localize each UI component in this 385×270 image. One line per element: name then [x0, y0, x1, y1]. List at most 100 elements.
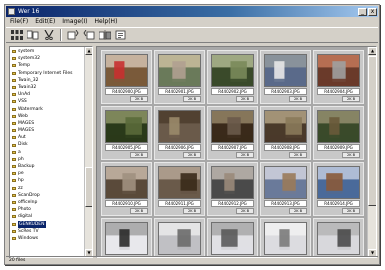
folder-item[interactable]: Twain32	[12, 84, 84, 91]
photo-frame[interactable]	[211, 166, 254, 199]
folder-item[interactable]: ScRes TV	[12, 228, 84, 235]
folder-item[interactable]: Backup	[12, 163, 84, 170]
folder-item[interactable]: ph	[12, 156, 84, 163]
thumbnail-cell[interactable]: R4402907.JPG 2K B	[207, 106, 258, 160]
folder-tree-scrollbar[interactable]: ▲ ▼	[84, 47, 92, 257]
thumbnail-scrollbar[interactable]: ▲ ▼	[367, 47, 376, 257]
photo-frame[interactable]	[211, 222, 254, 255]
thumbnail-panel: R4402900.JPG 2K B R4402901.JPG 2K B R4402902…	[96, 46, 377, 258]
folder-item[interactable]: Watermark	[12, 106, 84, 113]
photo-frame[interactable]	[105, 110, 148, 143]
flip-button[interactable]	[98, 29, 112, 41]
photo-frame[interactable]	[211, 110, 254, 143]
photo-frame[interactable]	[158, 110, 201, 143]
thumbnail-cell[interactable]: R4402900.JPG 2K B	[101, 50, 152, 104]
thumbnail-view-button[interactable]	[10, 29, 24, 41]
folder-label: MAGES	[18, 128, 35, 134]
scroll-up-icon[interactable]: ▲	[368, 47, 376, 55]
folder-item[interactable]: hp	[12, 177, 84, 184]
photo-frame[interactable]	[317, 110, 360, 143]
menu-help[interactable]: Help(H)	[95, 17, 118, 27]
photo-frame[interactable]	[317, 166, 360, 199]
thumbnail-cell[interactable]	[101, 218, 152, 257]
thumbnail-cell[interactable]	[313, 218, 364, 257]
thumbnail-cell[interactable]: R4402911.JPG 2K B	[154, 162, 205, 216]
folder-item[interactable]: Disk	[12, 141, 84, 148]
thumbnail-cell[interactable]: R4402906.JPG 2K B	[154, 106, 205, 160]
thumbnail-cell[interactable]	[260, 218, 311, 257]
window-title: Wer 16	[18, 8, 40, 15]
folder-item[interactable]: MAGES	[12, 127, 84, 134]
folder-icon	[12, 121, 16, 125]
thumbnail-cell[interactable]: R4402905.JPG 2K B	[101, 106, 152, 160]
folder-item[interactable]: UnAd	[12, 91, 84, 98]
photo-frame[interactable]	[264, 222, 307, 255]
photo-frame[interactable]	[158, 54, 201, 87]
photo-frame[interactable]	[105, 222, 148, 255]
photo-thumbnail	[212, 167, 253, 198]
folder-item[interactable]: Aut	[12, 134, 84, 141]
thumbnail-cell[interactable]: R4402909.JPG 2K B	[313, 106, 364, 160]
folder-tree: system system32 Temp Temporary Internet Fil…	[9, 46, 93, 258]
folder-item[interactable]: Windows	[12, 235, 84, 242]
folder-icon	[12, 215, 16, 219]
photo-frame[interactable]	[317, 222, 360, 255]
thumbnail-cell[interactable]: R4402913.JPG 2K B	[260, 162, 311, 216]
photo-frame[interactable]	[158, 166, 201, 199]
folder-item[interactable]: system32	[12, 55, 84, 62]
folder-item[interactable]: Twain_32	[12, 77, 84, 84]
photo-frame[interactable]	[211, 54, 254, 87]
cut-button[interactable]	[42, 29, 56, 41]
rotate-left-button[interactable]	[66, 29, 80, 41]
file-size-label: 2K B	[289, 96, 307, 102]
thumbnail-cell[interactable]	[207, 218, 258, 257]
thumbnail-cell[interactable]: R4402902.JPG 2K B	[207, 50, 258, 104]
folder-icon	[12, 222, 16, 226]
folder-item[interactable]: Photo	[12, 206, 84, 213]
photo-frame[interactable]	[264, 166, 307, 199]
scroll-up-icon[interactable]: ▲	[85, 47, 92, 55]
rotate-right-button[interactable]	[82, 29, 96, 41]
photo-frame[interactable]	[105, 54, 148, 87]
folder-item[interactable]: Temp	[12, 62, 84, 69]
folder-item[interactable]: system	[12, 48, 84, 55]
title-bar[interactable]: Wer 16 _ x	[6, 6, 378, 17]
thumbnail-cell[interactable]: R4402914.JPG 2K B	[313, 162, 364, 216]
folder-item[interactable]: Temporary Internet Files	[12, 70, 84, 77]
close-button[interactable]: x	[368, 8, 377, 16]
photo-frame[interactable]	[264, 54, 307, 87]
folder-item[interactable]: VSS	[12, 98, 84, 105]
thumbnail-cell[interactable]: R4402912.JPG 2K B	[207, 162, 258, 216]
folder-item[interactable]: pe	[12, 170, 84, 177]
file-size-label: 2K B	[342, 208, 360, 214]
folder-item[interactable]: GENKUDEN	[12, 220, 84, 228]
photo-frame[interactable]	[105, 166, 148, 199]
folder-icon	[12, 186, 16, 190]
folder-item[interactable]: officelnp	[12, 199, 84, 206]
scroll-thumb[interactable]	[368, 56, 376, 206]
properties-button[interactable]	[114, 29, 128, 41]
menu-file[interactable]: File(F)	[10, 17, 28, 27]
folder-item[interactable]: digital	[12, 213, 84, 220]
folder-item[interactable]: ScanDrop	[12, 192, 84, 199]
scroll-thumb[interactable]	[85, 167, 92, 207]
folder-item[interactable]: MAGES	[12, 120, 84, 127]
folder-item[interactable]: zz	[12, 185, 84, 192]
folder-item[interactable]: Web	[12, 113, 84, 120]
file-size-label: 2K B	[130, 96, 148, 102]
menu-edit[interactable]: Edit(E)	[35, 17, 55, 27]
folder-item[interactable]: a	[12, 149, 84, 156]
folder-label: Windows	[18, 235, 39, 241]
thumbnail-cell[interactable]: R4402901.JPG 2K B	[154, 50, 205, 104]
thumbnail-cell[interactable]: R4402903.JPG 2K B	[260, 50, 311, 104]
photo-frame[interactable]	[317, 54, 360, 87]
thumbnail-cell[interactable]: R4402908.JPG 2K B	[260, 106, 311, 160]
menu-image[interactable]: Image(I)	[62, 17, 87, 27]
thumbnail-cell[interactable]: R4402910.JPG 2K B	[101, 162, 152, 216]
photo-frame[interactable]	[264, 110, 307, 143]
minimize-button[interactable]: _	[358, 8, 367, 16]
copy-button[interactable]	[26, 29, 40, 41]
thumbnail-cell[interactable]: R4402904.JPG 2K B	[313, 50, 364, 104]
photo-frame[interactable]	[158, 222, 201, 255]
thumbnail-cell[interactable]	[154, 218, 205, 257]
